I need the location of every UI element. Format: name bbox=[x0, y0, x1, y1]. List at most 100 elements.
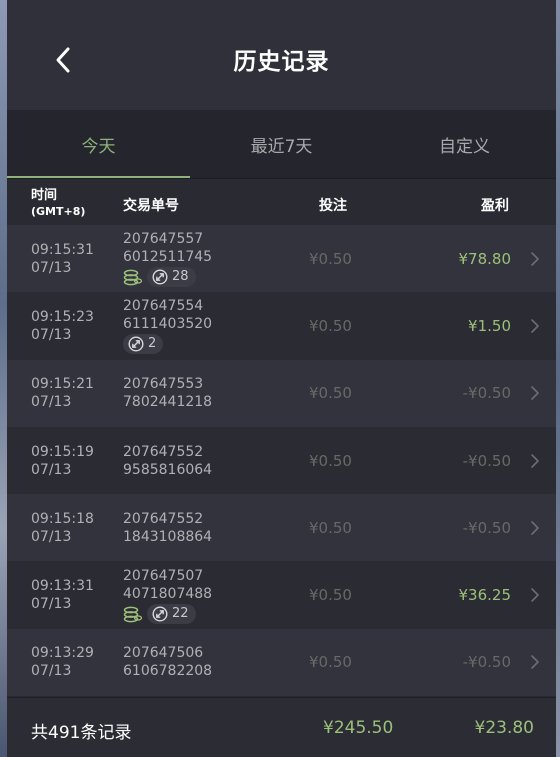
tab-last-7-days[interactable]: 最近7天 bbox=[190, 110, 373, 178]
row-order-line1: 207647552 bbox=[123, 510, 204, 527]
row-date: 07/13 bbox=[31, 596, 72, 613]
row-time-cell: 09:13:29 07/13 bbox=[31, 629, 94, 696]
row-bet: ¥0.50 bbox=[309, 586, 352, 605]
multiplier-value: 22 bbox=[172, 605, 189, 621]
row-order-line1: 207647552 bbox=[123, 443, 204, 460]
total-profit-value: ¥23.80 bbox=[474, 718, 534, 738]
row-time: 09:15:23 bbox=[31, 308, 94, 325]
row-profit: -¥0.50 bbox=[462, 518, 511, 537]
row-bet: ¥0.50 bbox=[309, 451, 352, 470]
multiplier-arrows-icon bbox=[128, 336, 144, 352]
multiplier-badge: 22 bbox=[147, 603, 196, 624]
multiplier-value: 2 bbox=[148, 336, 157, 352]
row-profit: ¥36.25 bbox=[458, 586, 512, 605]
row-chevron bbox=[530, 494, 540, 561]
chevron-right-icon bbox=[531, 251, 539, 266]
row-chevron bbox=[530, 561, 540, 628]
row-time: 09:13:29 bbox=[31, 645, 94, 662]
row-time-cell: 09:15:23 07/13 bbox=[31, 292, 94, 359]
row-time-cell: 09:15:18 07/13 bbox=[31, 494, 94, 561]
total-bet-value: ¥245.50 bbox=[323, 718, 394, 738]
multiplier-badge: 2 bbox=[123, 334, 164, 355]
background-left-edge bbox=[0, 0, 7, 757]
row-order-cell: 207647552 1843108864 bbox=[123, 494, 212, 561]
chevron-right-icon bbox=[531, 319, 539, 333]
row-order-cell: 207647557 6012511745 28 bbox=[123, 225, 212, 292]
row-date: 07/13 bbox=[31, 394, 72, 411]
column-header-order: 交易单号 bbox=[123, 198, 179, 214]
history-row[interactable]: 09:13:29 07/13 207647506 6106782208 ¥0.50 -¥0… bbox=[7, 628, 556, 697]
history-panel: 历史记录 今天 最近7天 自定义 时间 (GMT+8) 交易单号 投注 盈利 0… bbox=[7, 0, 556, 757]
history-row[interactable]: 09:15:21 07/13 207647553 7802441218 ¥0.50 -¥0… bbox=[7, 359, 556, 427]
tab-today[interactable]: 今天 bbox=[7, 110, 190, 178]
row-order-line2: 1843108864 bbox=[123, 528, 213, 545]
chevron-right-icon bbox=[531, 655, 539, 670]
row-order-line1: 207647553 bbox=[123, 376, 204, 393]
row-time: 09:15:31 bbox=[31, 241, 94, 258]
row-bet: ¥0.50 bbox=[309, 249, 352, 268]
row-order-line2: 7802441218 bbox=[123, 394, 213, 411]
row-chevron bbox=[530, 292, 540, 359]
row-order-line2: 6111403520 bbox=[123, 316, 213, 333]
multiplier-arrows-icon bbox=[152, 606, 168, 622]
column-header-bet: 投注 bbox=[319, 198, 347, 214]
row-order-line1: 207647507 bbox=[123, 567, 204, 584]
history-row[interactable]: 09:15:18 07/13 207647552 1843108864 ¥0.50 -¥0… bbox=[7, 494, 556, 562]
row-bet: ¥0.50 bbox=[309, 316, 352, 335]
history-row[interactable]: 09:13:31 07/13 207647507 4071807488 22 ¥0.50 ¥… bbox=[7, 561, 556, 629]
history-row[interactable]: 09:15:23 07/13 207647554 6111403520 2 ¥0.50 ¥1… bbox=[7, 292, 556, 360]
row-time-cell: 09:15:31 07/13 bbox=[31, 225, 94, 292]
chevron-right-icon bbox=[531, 453, 539, 468]
row-order-line1: 207647506 bbox=[123, 645, 204, 662]
history-row[interactable]: 09:15:31 07/13 207647557 6012511745 28 ¥0.50 ¥… bbox=[7, 225, 556, 293]
row-time: 09:15:19 bbox=[31, 443, 94, 460]
row-order-cell: 207647552 9585816064 bbox=[123, 427, 212, 494]
row-bet: ¥0.50 bbox=[309, 653, 352, 672]
column-header-profit: 盈利 bbox=[481, 198, 509, 214]
row-date: 07/13 bbox=[31, 259, 72, 276]
total-records-label: 共491条记录 bbox=[31, 723, 132, 743]
column-header-time-label: 时间 bbox=[31, 188, 58, 203]
history-row[interactable]: 09:15:19 07/13 207647552 9585816064 ¥0.50 -¥0… bbox=[7, 426, 556, 495]
tab-custom[interactable]: 自定义 bbox=[373, 110, 556, 178]
row-order-line2: 9585816064 bbox=[123, 461, 213, 478]
chevron-right-icon bbox=[531, 521, 539, 535]
row-profit: -¥0.50 bbox=[462, 451, 511, 470]
row-time: 09:15:18 bbox=[31, 510, 94, 527]
table-header: 时间 (GMT+8) 交易单号 投注 盈利 bbox=[7, 178, 556, 225]
history-list: 09:15:31 07/13 207647557 6012511745 28 ¥0.50 ¥… bbox=[7, 225, 556, 697]
coin-stack-icon bbox=[123, 606, 143, 622]
column-header-timezone: (GMT+8) bbox=[31, 205, 86, 218]
multiplier-badge: 28 bbox=[147, 267, 196, 288]
row-profit: ¥1.50 bbox=[468, 316, 511, 335]
row-profit: ¥78.80 bbox=[458, 249, 512, 268]
row-chevron bbox=[530, 225, 540, 292]
row-order-line1: 207647554 bbox=[123, 298, 204, 315]
row-date: 07/13 bbox=[31, 663, 72, 680]
row-order-cell: 207647553 7802441218 bbox=[123, 360, 212, 427]
row-order-cell: 207647506 6106782208 bbox=[123, 629, 212, 696]
coin-stack-icon bbox=[123, 269, 143, 286]
row-bet: ¥0.50 bbox=[309, 384, 352, 403]
chevron-right-icon bbox=[531, 588, 539, 602]
row-chevron bbox=[530, 629, 540, 696]
row-time-cell: 09:13:31 07/13 bbox=[31, 561, 94, 628]
row-date: 07/13 bbox=[31, 528, 72, 545]
row-time: 09:13:31 bbox=[31, 578, 94, 595]
period-tabs: 今天 最近7天 自定义 bbox=[7, 110, 556, 178]
row-order-cell: 207647554 6111403520 2 bbox=[123, 292, 212, 359]
row-order-cell: 207647507 4071807488 22 bbox=[123, 561, 212, 628]
chevron-right-icon bbox=[531, 386, 539, 401]
row-date: 07/13 bbox=[31, 461, 72, 478]
row-date: 07/13 bbox=[31, 326, 72, 343]
page-title: 历史记录 bbox=[233, 49, 330, 75]
column-header-time: 时间 (GMT+8) bbox=[31, 188, 85, 220]
row-order-line1: 207647557 bbox=[123, 231, 204, 248]
row-time: 09:15:21 bbox=[31, 376, 94, 393]
background-right-edge bbox=[556, 0, 560, 757]
header: 历史记录 bbox=[7, 0, 556, 110]
row-badges: 2 bbox=[123, 334, 212, 355]
multiplier-value: 28 bbox=[172, 269, 189, 285]
row-badges: 28 bbox=[123, 267, 212, 288]
row-profit: -¥0.50 bbox=[462, 653, 511, 672]
